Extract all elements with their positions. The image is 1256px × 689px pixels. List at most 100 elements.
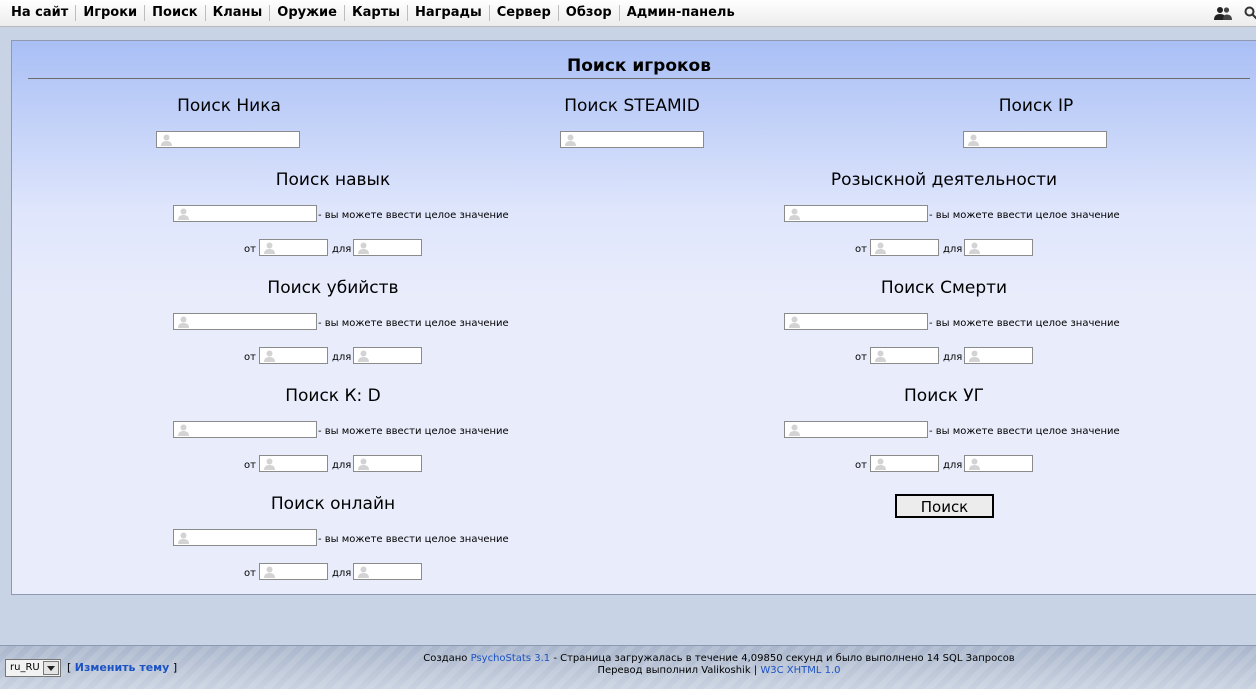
search-icon[interactable]	[1244, 6, 1256, 20]
kills-from-label: от	[244, 351, 256, 364]
skill-from-input[interactable]	[259, 239, 328, 256]
deaths-hint: - вы можете ввести целое значение	[929, 317, 1120, 330]
footer-credits-line: Создано PsychoStats 3.1 - Страница загру…	[0, 653, 1256, 665]
person-icon	[178, 424, 189, 436]
kills-value-input[interactable]	[173, 313, 317, 330]
kd-to-input[interactable]	[353, 455, 422, 472]
kd-to-label: для	[332, 459, 351, 472]
top-navigation-bar: На сайт Игроки Поиск Кланы Оружие Карты …	[0, 0, 1256, 27]
online-hint: - вы можете ввести целое значение	[318, 533, 509, 546]
online-from-label: от	[244, 567, 256, 580]
load-info: - Страница загружалась в течение 4,09850…	[553, 653, 1014, 664]
activity-from-input[interactable]	[870, 239, 939, 256]
person-icon	[264, 242, 275, 254]
nav-item-overview[interactable]: Обзор	[558, 5, 619, 21]
ip-search-heading: Поиск IP	[999, 96, 1074, 116]
deaths-to-label: для	[943, 351, 962, 364]
ip-input[interactable]	[963, 131, 1107, 148]
skill-from-label: от	[244, 243, 256, 256]
headshots-from-label: от	[855, 459, 867, 472]
person-icon	[264, 350, 275, 362]
skill-value-input[interactable]	[173, 205, 317, 222]
headshots-to-label: для	[943, 459, 962, 472]
person-icon	[565, 134, 576, 146]
title-divider	[28, 78, 1250, 79]
skill-to-input[interactable]	[353, 239, 422, 256]
translation-credit: Перевод выполнил Valikoshik |	[597, 665, 757, 676]
online-from-input[interactable]	[259, 563, 328, 580]
headshots-from-input[interactable]	[870, 455, 939, 472]
nav-item-weapons[interactable]: Оружие	[269, 5, 344, 21]
activity-to-input[interactable]	[964, 239, 1033, 256]
kills-to-input[interactable]	[353, 347, 422, 364]
nav-item-server[interactable]: Сервер	[489, 5, 558, 21]
person-icon	[178, 208, 189, 220]
deaths-search-heading: Поиск Смерти	[881, 278, 1007, 298]
person-icon	[358, 242, 369, 254]
footer-translation-line: Перевод выполнил Valikoshik | W3C XHTML …	[0, 665, 1256, 677]
skill-hint: - вы можете ввести целое значение	[318, 209, 509, 222]
deaths-from-label: от	[855, 351, 867, 364]
person-icon	[789, 316, 800, 328]
person-icon	[358, 566, 369, 578]
person-icon	[264, 566, 275, 578]
kills-from-input[interactable]	[259, 347, 328, 364]
created-prefix: Создано	[423, 653, 467, 664]
person-icon	[178, 316, 189, 328]
person-icon	[969, 242, 980, 254]
deaths-value-input[interactable]	[784, 313, 928, 330]
online-to-label: для	[332, 567, 351, 580]
nav-menu: На сайт Игроки Поиск Кланы Оружие Карты …	[4, 0, 742, 26]
psychostats-link[interactable]: PsychoStats 3.1	[471, 653, 551, 664]
skill-search-heading: Поиск навык	[276, 170, 391, 190]
person-icon	[969, 350, 980, 362]
kd-search-heading: Поиск К: D	[285, 386, 381, 406]
kills-hint: - вы можете ввести целое значение	[318, 317, 509, 330]
footer: ru_RU [ Изменить тему ] Создано PsychoSt…	[0, 645, 1256, 689]
w3c-xhtml-link[interactable]: W3C XHTML 1.0	[760, 665, 840, 676]
person-icon	[875, 350, 886, 362]
steamid-input[interactable]	[560, 131, 704, 148]
nav-item-admin[interactable]: Админ-панель	[619, 5, 742, 21]
search-button[interactable]: Поиск	[895, 494, 994, 518]
activity-search-heading: Розыскной деятельности	[831, 170, 1057, 190]
online-to-input[interactable]	[353, 563, 422, 580]
nick-search-heading: Поиск Ника	[177, 96, 281, 116]
nav-item-clans[interactable]: Кланы	[205, 5, 270, 21]
person-icon	[968, 134, 979, 146]
person-icon	[789, 208, 800, 220]
person-icon	[264, 458, 275, 470]
kd-from-label: от	[244, 459, 256, 472]
online-value-input[interactable]	[173, 529, 317, 546]
person-icon	[358, 350, 369, 362]
steamid-search-heading: Поиск STEAMID	[564, 96, 700, 116]
page-title: Поиск игроков	[28, 55, 1250, 77]
deaths-from-input[interactable]	[870, 347, 939, 364]
users-icon[interactable]	[1214, 6, 1232, 20]
activity-from-label: от	[855, 243, 867, 256]
kd-from-input[interactable]	[259, 455, 328, 472]
headshots-search-heading: Поиск УГ	[904, 386, 984, 406]
person-icon	[969, 458, 980, 470]
headshots-to-input[interactable]	[964, 455, 1033, 472]
person-icon	[178, 532, 189, 544]
nav-item-search[interactable]: Поиск	[144, 5, 204, 21]
activity-to-label: для	[943, 243, 962, 256]
person-icon	[358, 458, 369, 470]
person-icon	[789, 424, 800, 436]
headshots-value-input[interactable]	[784, 421, 928, 438]
activity-hint: - вы можете ввести целое значение	[929, 209, 1120, 222]
headshots-hint: - вы можете ввести целое значение	[929, 425, 1120, 438]
nav-item-site[interactable]: На сайт	[4, 5, 75, 21]
nav-item-awards[interactable]: Награды	[407, 5, 489, 21]
online-search-heading: Поиск онлайн	[271, 494, 395, 514]
kd-value-input[interactable]	[173, 421, 317, 438]
skill-to-label: для	[332, 243, 351, 256]
person-icon	[875, 242, 886, 254]
activity-value-input[interactable]	[784, 205, 928, 222]
nav-item-players[interactable]: Игроки	[75, 5, 144, 21]
nick-input[interactable]	[156, 131, 300, 148]
nav-item-maps[interactable]: Карты	[344, 5, 407, 21]
person-icon	[161, 134, 172, 146]
deaths-to-input[interactable]	[964, 347, 1033, 364]
